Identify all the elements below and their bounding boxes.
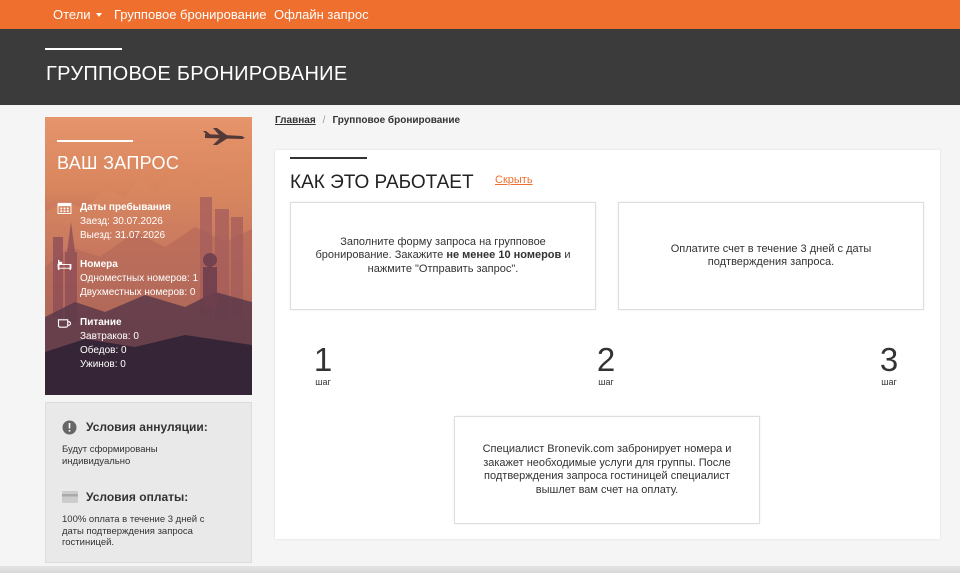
breadcrumb-home-link[interactable]: Главная (275, 115, 316, 126)
breadcrumb-separator: / (322, 115, 326, 126)
top-nav: Отели Групповое бронирование Офлайн запр… (0, 0, 960, 29)
nav-item-hotels[interactable]: Отели (53, 7, 102, 23)
meals-heading: Питание (80, 317, 122, 328)
card-divider (290, 157, 367, 159)
request-title: ВАШ ЗАПРОС (57, 153, 180, 173)
credit-card-icon (62, 491, 78, 503)
step-3-box: Специалист Bronevik.com забронирует номе… (454, 416, 760, 524)
payment-text: 100% оплата в течение 3 дней с даты подт… (62, 514, 205, 548)
page-title: ГРУППОВОЕ БРОНИРОВАНИЕ (46, 63, 348, 85)
conditions-panel: Условия аннуляции: Будут сформированы ин… (45, 402, 252, 563)
how-it-works-card: КАК ЭТО РАБОТАЕТ Скрыть Заполните форму … (275, 150, 940, 539)
airplane-icon (203, 128, 245, 145)
nav-item-group-booking[interactable]: Групповое бронирование (114, 7, 267, 23)
step-number-1: 1 шаг (313, 341, 333, 388)
hide-link[interactable]: Скрыть (495, 174, 533, 187)
step-number-3: 3 шаг (879, 341, 899, 388)
calendar-icon (57, 202, 72, 214)
step-number-2: 2 шаг (596, 341, 616, 388)
double-rooms: Двухместных номеров: 0 (80, 287, 196, 298)
cup-icon (57, 319, 72, 328)
hero-banner: ГРУППОВОЕ БРОНИРОВАНИЕ (0, 29, 960, 105)
dinners: Ужинов: 0 (80, 359, 126, 370)
page-footer-edge (0, 566, 960, 573)
panel-divider (57, 140, 133, 142)
checkin-date: Заезд: 30.07.2026 (80, 216, 163, 227)
step-2-box: Оплатите счет в течение 3 дней с даты по… (618, 202, 924, 310)
request-summary-panel: ВАШ ЗАПРОС Даты пребывания Заезд: 30.07.… (45, 117, 252, 395)
checkout-date: Выезд: 31.07.2026 (80, 230, 166, 241)
nav-item-offline-request[interactable]: Офлайн запрос (274, 7, 369, 23)
breakfasts: Завтраков: 0 (80, 331, 139, 342)
how-it-works-title: КАК ЭТО РАБОТАЕТ (290, 172, 474, 193)
breadcrumb-current: Групповое бронирование (332, 115, 461, 126)
single-rooms: Одноместных номеров: 1 (80, 273, 199, 284)
dates-heading: Даты пребывания (80, 202, 171, 213)
breadcrumb: Главная / Групповое бронирование (275, 115, 460, 127)
cancellation-text: Будут сформированы индивидуально (62, 444, 158, 467)
bed-icon (57, 259, 72, 271)
lunches: Обедов: 0 (80, 345, 127, 356)
info-icon (62, 420, 77, 435)
chevron-down-icon (95, 12, 102, 17)
rooms-heading: Номера (80, 259, 118, 270)
hero-divider (45, 48, 122, 50)
step-1-box: Заполните форму запроса на групповое бро… (290, 202, 596, 310)
